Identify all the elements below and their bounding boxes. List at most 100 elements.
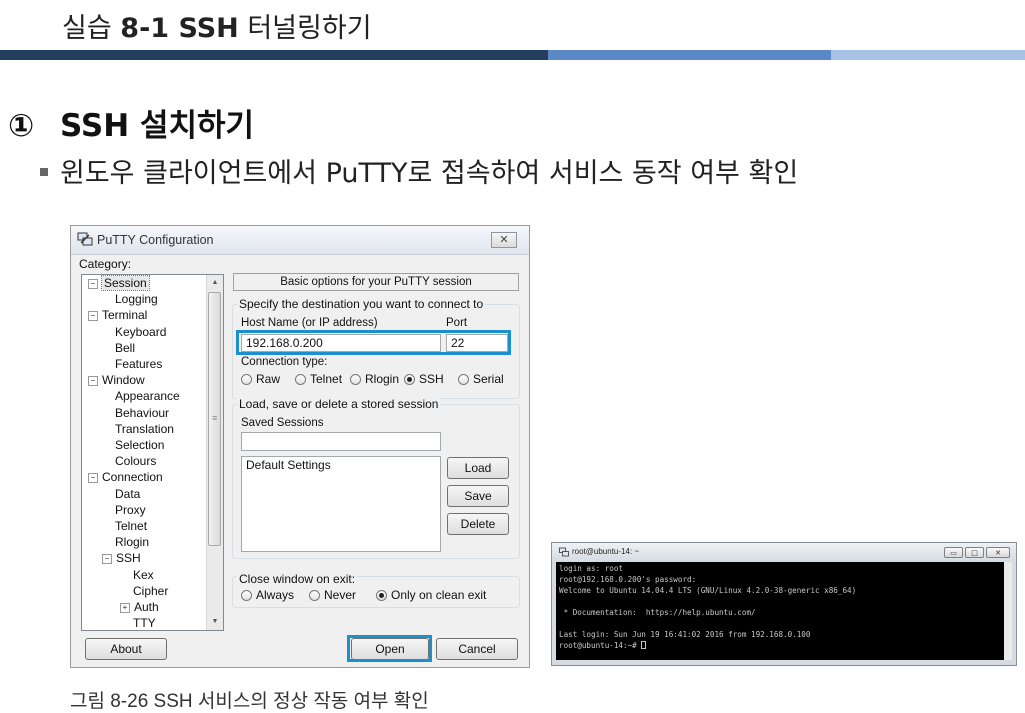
tree-item-session[interactable]: − Session bbox=[88, 275, 150, 291]
tree-scrollbar[interactable]: ▲ ≡ ▼ bbox=[206, 275, 223, 630]
panel-header: Basic options for your PuTTY session bbox=[233, 273, 519, 291]
delete-button[interactable]: Delete bbox=[447, 513, 509, 535]
bullet-item: 윈도우 클라이언트에서 PuTTY로 접속하여 서비스 동작 여부 확인 bbox=[40, 151, 798, 190]
tree-item-selection[interactable]: Selection bbox=[115, 438, 164, 453]
tree-item-appearance[interactable]: Appearance bbox=[115, 389, 180, 404]
radio-icon[interactable] bbox=[376, 590, 387, 601]
scroll-up-icon[interactable]: ▲ bbox=[207, 275, 223, 291]
category-tree[interactable]: − Session Logging − Terminal Keyboard Bell Feat… bbox=[81, 274, 224, 631]
close-on-exit-label: Close window on exit: bbox=[237, 572, 358, 586]
collapse-icon[interactable]: − bbox=[102, 554, 112, 565]
radio-icon[interactable] bbox=[241, 590, 252, 601]
tree-item-kex[interactable]: Kex bbox=[133, 568, 154, 583]
tree-item-label: Behaviour bbox=[115, 405, 170, 420]
terminal-line-text: Welcome to Ubuntu 14.04.4 LTS (GNU/Linux… bbox=[559, 586, 857, 595]
minimize-button[interactable]: ▭ bbox=[944, 547, 963, 558]
save-button[interactable]: Save bbox=[447, 485, 509, 507]
radio-label: Serial bbox=[473, 372, 504, 386]
radio-rlogin[interactable]: Rlogin bbox=[350, 372, 399, 386]
about-button[interactable]: About bbox=[85, 638, 167, 660]
close-radio-2[interactable]: Only on clean exit bbox=[376, 588, 486, 602]
tree-item-label: Features bbox=[115, 357, 163, 371]
tree-item-label: Logging bbox=[115, 292, 158, 307]
radio-label: Rlogin bbox=[365, 372, 400, 386]
collapse-icon[interactable]: − bbox=[88, 376, 98, 387]
bullet-square-icon bbox=[40, 168, 48, 176]
tree-item-connection[interactable]: − Connection bbox=[88, 470, 163, 485]
tree-item-terminal[interactable]: − Terminal bbox=[88, 308, 147, 323]
sessions-group-label: Load, save or delete a stored session bbox=[237, 397, 441, 411]
radio-icon[interactable] bbox=[241, 374, 252, 385]
tree-item-label: Data bbox=[115, 486, 141, 501]
radio-icon[interactable] bbox=[295, 374, 306, 385]
tree-item-translation[interactable]: Translation bbox=[115, 422, 174, 437]
grip-icon: ≡ bbox=[212, 413, 218, 423]
terminal-titlebar[interactable]: root@ubuntu-14: ~ ▭ □ ✕ bbox=[552, 543, 1016, 562]
putty-titlebar[interactable]: PuTTY Configuration ✕ bbox=[71, 226, 529, 255]
tree-item-label: Selection bbox=[115, 438, 165, 452]
tree-item-logging[interactable]: Logging bbox=[115, 292, 158, 307]
connection-type-label: Connection type: bbox=[241, 356, 328, 368]
tree-item-label: Auth bbox=[134, 600, 159, 614]
terminal-line-text: * Documentation: https://help.ubuntu.com… bbox=[559, 608, 756, 617]
scroll-thumb[interactable]: ≡ bbox=[208, 292, 221, 546]
load-button[interactable]: Load bbox=[447, 457, 509, 479]
close-radio-1[interactable]: Never bbox=[309, 588, 356, 602]
tree-item-auth[interactable]: + Auth bbox=[120, 600, 159, 615]
tree-item-telnet[interactable]: Telnet bbox=[115, 519, 147, 534]
tree-item-label: Kex bbox=[133, 567, 154, 582]
tree-item-tty[interactable]: TTY bbox=[133, 616, 156, 630]
tree-item-behaviour[interactable]: Behaviour bbox=[115, 406, 169, 421]
close-button[interactable]: ✕ bbox=[491, 232, 517, 248]
terminal-body[interactable]: login as: root root@192.168.0.200's passw… bbox=[556, 562, 1012, 660]
radio-label: Never bbox=[324, 588, 357, 602]
radio-icon[interactable] bbox=[350, 374, 361, 385]
radio-icon[interactable] bbox=[309, 590, 320, 601]
tree-item-label: Telnet bbox=[115, 519, 148, 533]
port-label: Port bbox=[446, 317, 468, 329]
terminal-line: root@192.168.0.200's password: bbox=[559, 575, 696, 584]
cancel-button[interactable]: Cancel bbox=[436, 638, 518, 660]
putty-terminal-icon bbox=[559, 547, 569, 557]
session-item-default[interactable]: Default Settings bbox=[246, 458, 440, 473]
collapse-icon[interactable]: − bbox=[88, 473, 98, 484]
putty-app-icon bbox=[77, 232, 93, 246]
tree-item-proxy[interactable]: Proxy bbox=[115, 503, 146, 518]
radio-label: Only on clean exit bbox=[391, 588, 487, 602]
tree-item-cipher[interactable]: Cipher bbox=[133, 584, 168, 599]
header-bar-light bbox=[831, 50, 1025, 60]
terminal-close-button[interactable]: ✕ bbox=[986, 547, 1010, 558]
saved-sessions-input[interactable] bbox=[241, 432, 441, 451]
radio-serial[interactable]: Serial bbox=[458, 372, 504, 386]
terminal-line: Last login: Sun Jun 19 16:41:02 2016 fro… bbox=[559, 630, 810, 639]
open-highlight bbox=[347, 635, 432, 662]
tree-item-keyboard[interactable]: Keyboard bbox=[115, 325, 166, 340]
tree-item-label: Proxy bbox=[115, 502, 146, 517]
sessions-list[interactable]: Default Settings bbox=[241, 456, 441, 552]
destination-group-label: Specify the destination you want to conn… bbox=[237, 297, 486, 311]
close-radio-0[interactable]: Always bbox=[241, 588, 294, 602]
scroll-down-icon[interactable]: ▼ bbox=[207, 614, 223, 630]
tree-item-window[interactable]: − Window bbox=[88, 373, 145, 388]
title-suffix: 터널링하기 bbox=[247, 13, 372, 44]
section-title: SSH 설치하기 bbox=[60, 108, 255, 144]
expand-icon[interactable]: + bbox=[120, 603, 130, 613]
tree-item-label: Keyboard bbox=[115, 324, 167, 339]
tree-item-bell[interactable]: Bell bbox=[115, 341, 135, 356]
tree-item-rlogin[interactable]: Rlogin bbox=[115, 535, 149, 550]
radio-raw[interactable]: Raw bbox=[241, 372, 280, 386]
radio-ssh[interactable]: SSH bbox=[404, 372, 444, 386]
tree-item-data[interactable]: Data bbox=[115, 487, 140, 502]
tree-item-ssh[interactable]: − SSH bbox=[102, 551, 141, 566]
collapse-icon[interactable]: − bbox=[88, 311, 98, 322]
collapse-icon[interactable]: − bbox=[88, 279, 98, 289]
radio-telnet[interactable]: Telnet bbox=[295, 372, 342, 386]
terminal-window: root@ubuntu-14: ~ ▭ □ ✕ login as: root ro… bbox=[551, 542, 1017, 666]
tree-item-features[interactable]: Features bbox=[115, 357, 162, 372]
maximize-button[interactable]: □ bbox=[965, 547, 984, 558]
category-label: Category: bbox=[79, 257, 132, 271]
radio-icon[interactable] bbox=[404, 374, 415, 385]
tree-item-colours[interactable]: Colours bbox=[115, 454, 156, 469]
radio-icon[interactable] bbox=[458, 374, 469, 385]
terminal-scrollbar[interactable] bbox=[1004, 562, 1012, 660]
